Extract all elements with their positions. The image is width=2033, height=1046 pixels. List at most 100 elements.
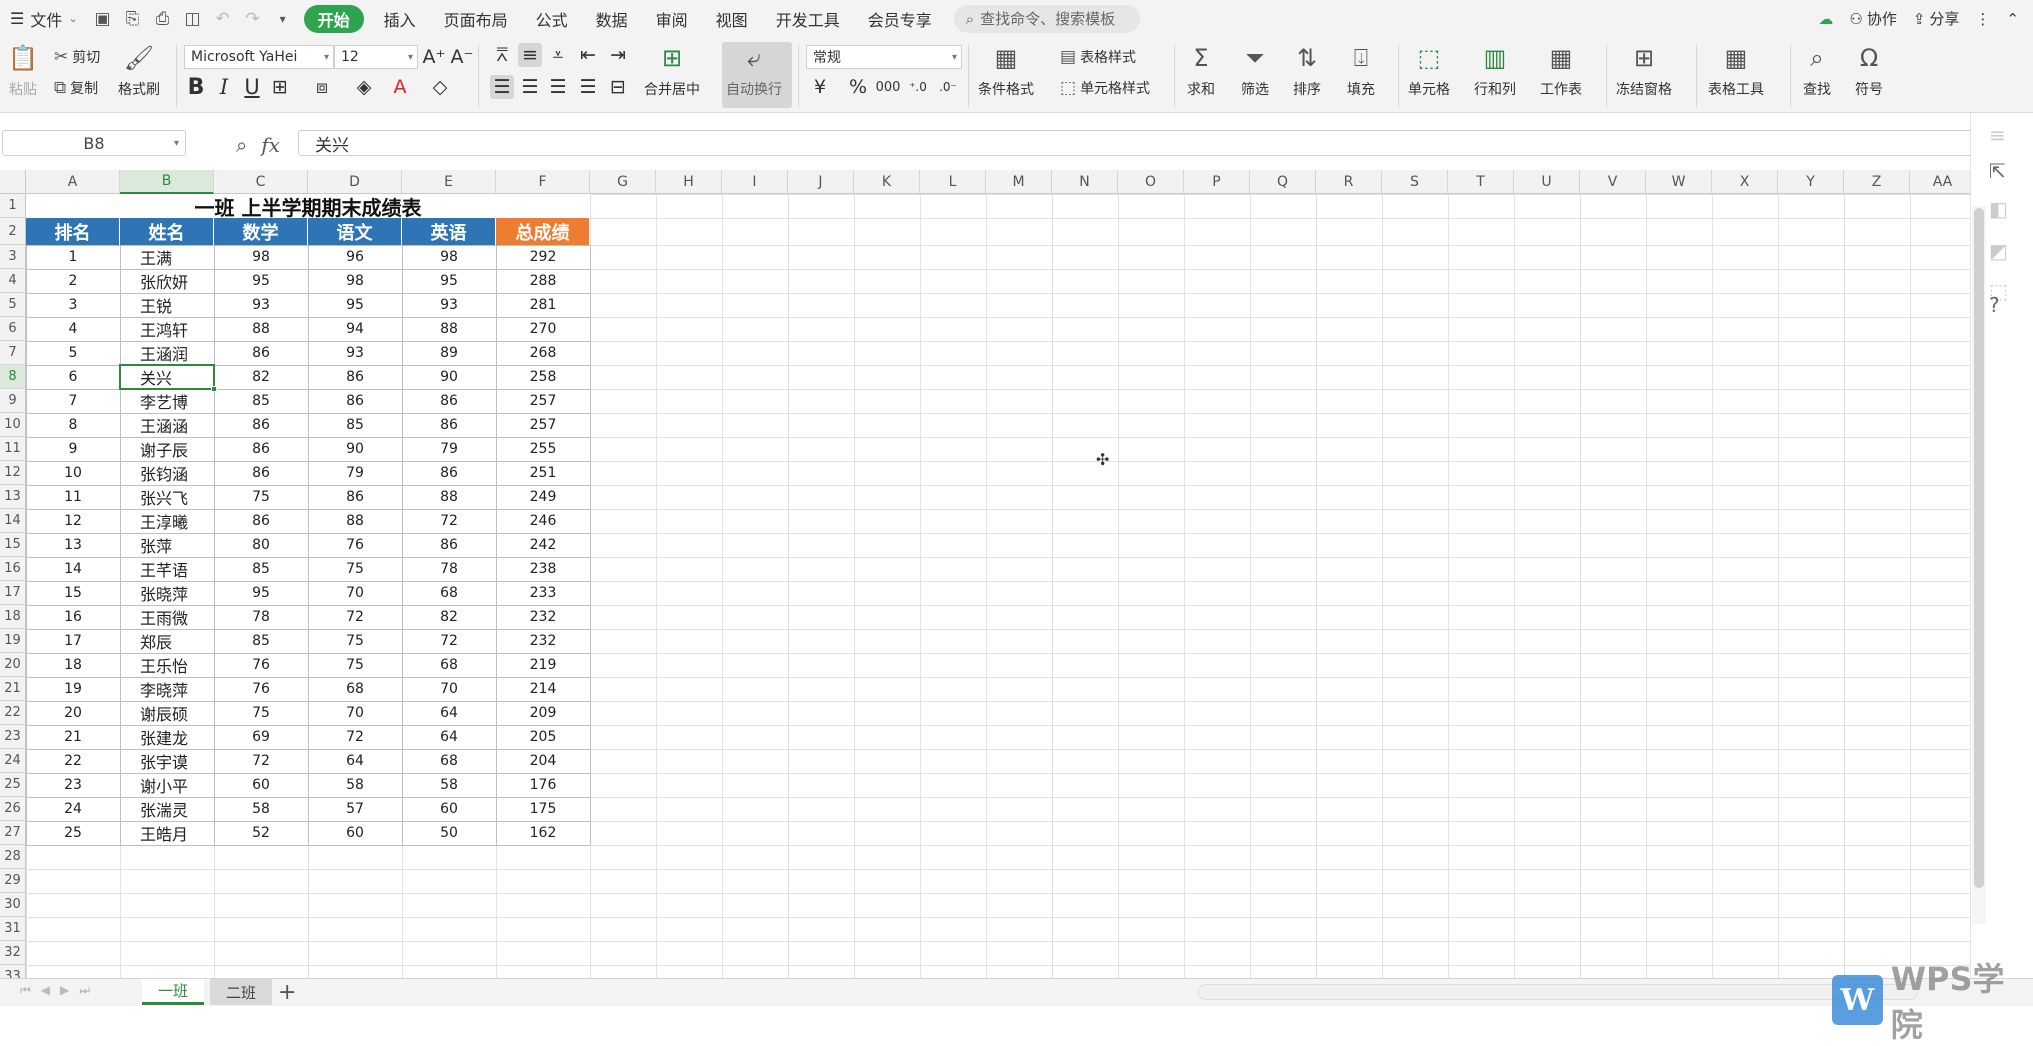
font-name-select[interactable]: Microsoft YaHei ▾ bbox=[184, 45, 334, 69]
name-cell[interactable]: 王芊语 bbox=[120, 557, 214, 581]
row-header[interactable]: 32 bbox=[0, 941, 26, 965]
sheet-tab-1[interactable]: 一班 bbox=[142, 979, 204, 1005]
table-cell[interactable]: 58 bbox=[402, 773, 496, 797]
table-cell[interactable]: 75 bbox=[308, 557, 402, 581]
table-cell[interactable]: 70 bbox=[308, 701, 402, 725]
fill-color-icon[interactable]: ◈ bbox=[352, 75, 376, 99]
table-cell[interactable]: 205 bbox=[496, 725, 590, 749]
percent-icon[interactable]: % bbox=[846, 75, 870, 99]
table-cell[interactable]: 11 bbox=[26, 485, 120, 509]
row-header[interactable]: 27 bbox=[0, 821, 26, 845]
table-cell[interactable]: 12 bbox=[26, 509, 120, 533]
table-cell[interactable]: 85 bbox=[214, 389, 308, 413]
table-cell[interactable]: 233 bbox=[496, 581, 590, 605]
name-cell[interactable]: 王涵润 bbox=[120, 341, 214, 365]
font-size-select[interactable]: 12 ▾ bbox=[334, 45, 418, 69]
worksheet-button[interactable]: ▦ 工作表 bbox=[1540, 43, 1582, 99]
table-cell[interactable]: 79 bbox=[402, 437, 496, 461]
table-cell[interactable]: 93 bbox=[308, 341, 402, 365]
align-center-icon[interactable]: ☰ bbox=[518, 75, 542, 99]
row-header[interactable]: 22 bbox=[0, 701, 26, 725]
name-cell[interactable]: 王鸿轩 bbox=[120, 317, 214, 341]
row-header[interactable]: 31 bbox=[0, 917, 26, 941]
table-header-cell[interactable]: 总成绩 bbox=[496, 218, 590, 245]
table-cell[interactable]: 86 bbox=[214, 461, 308, 485]
column-header-aa[interactable]: AA bbox=[1910, 170, 1970, 194]
name-cell[interactable]: 李艺博 bbox=[120, 389, 214, 413]
row-header[interactable]: 30 bbox=[0, 893, 26, 917]
zoom-formula-icon[interactable]: ⌕ bbox=[236, 133, 247, 157]
row-header[interactable]: 16 bbox=[0, 557, 26, 581]
table-header-cell[interactable]: 语文 bbox=[308, 218, 402, 245]
bold-icon[interactable]: B bbox=[184, 75, 208, 100]
table-cell[interactable]: 19 bbox=[26, 677, 120, 701]
table-cell[interactable]: 60 bbox=[402, 797, 496, 821]
decrease-decimal-icon[interactable]: .0⁻ bbox=[936, 75, 960, 99]
redo-icon[interactable]: ↷ bbox=[238, 4, 268, 34]
table-cell[interactable]: 251 bbox=[496, 461, 590, 485]
name-cell[interactable]: 张萍 bbox=[120, 533, 214, 557]
clear-format-icon[interactable]: ◇ bbox=[428, 75, 452, 99]
column-header-v[interactable]: V bbox=[1580, 170, 1646, 194]
table-cell[interactable]: 89 bbox=[402, 341, 496, 365]
find-button[interactable]: ⌕ 查找 bbox=[1800, 43, 1834, 99]
table-cell[interactable]: 175 bbox=[496, 797, 590, 821]
increase-indent-icon[interactable]: ⇥ bbox=[606, 43, 630, 67]
column-header-u[interactable]: U bbox=[1514, 170, 1580, 194]
cell-style-button[interactable]: ⬚ 单元格样式 bbox=[1060, 76, 1150, 100]
table-cell[interactable]: 1 bbox=[26, 245, 120, 269]
row-header[interactable]: 18 bbox=[0, 605, 26, 629]
table-cell[interactable]: 85 bbox=[214, 629, 308, 653]
row-header[interactable]: 21 bbox=[0, 677, 26, 701]
table-cell[interactable]: 6 bbox=[26, 365, 120, 389]
table-cell[interactable]: 70 bbox=[402, 677, 496, 701]
table-cell[interactable]: 86 bbox=[214, 437, 308, 461]
table-cell[interactable]: 69 bbox=[214, 725, 308, 749]
merge-center-button[interactable]: ⊞ 合并居中 bbox=[644, 43, 700, 99]
table-header-cell[interactable]: 姓名 bbox=[120, 218, 214, 245]
name-cell[interactable]: 王雨微 bbox=[120, 605, 214, 629]
sheet-title[interactable]: 一班 上半学期期末成绩表 bbox=[26, 194, 590, 220]
table-cell[interactable]: 3 bbox=[26, 293, 120, 317]
table-cell[interactable]: 50 bbox=[402, 821, 496, 845]
table-cell[interactable]: 82 bbox=[402, 605, 496, 629]
symbol-button[interactable]: Ω 符号 bbox=[1852, 43, 1886, 99]
table-cell[interactable]: 72 bbox=[402, 629, 496, 653]
number-format-select[interactable]: 常规 ▾ bbox=[806, 45, 962, 69]
row-header[interactable]: 6 bbox=[0, 317, 26, 341]
table-cell[interactable]: 75 bbox=[308, 629, 402, 653]
table-cell[interactable]: 64 bbox=[402, 701, 496, 725]
table-cell[interactable]: 52 bbox=[214, 821, 308, 845]
column-header-q[interactable]: Q bbox=[1250, 170, 1316, 194]
table-cell[interactable]: 68 bbox=[402, 653, 496, 677]
name-cell[interactable]: 张晓萍 bbox=[120, 581, 214, 605]
tab-review[interactable]: 审阅 bbox=[642, 5, 702, 33]
row-col-button[interactable]: ▥ 行和列 bbox=[1474, 43, 1516, 99]
cut-button[interactable]: ✂ 剪切 bbox=[54, 45, 100, 69]
table-cell[interactable]: 16 bbox=[26, 605, 120, 629]
row-header[interactable]: 13 bbox=[0, 485, 26, 509]
table-cell[interactable]: 86 bbox=[308, 485, 402, 509]
spreadsheet-grid[interactable]: A B C D E F G H I J K L M N O P Q R S T U V W X Y Z AA 1 2 3 4 5 6 7 8 9 10… bbox=[0, 170, 1970, 978]
column-header-x[interactable]: X bbox=[1712, 170, 1778, 194]
table-cell[interactable]: 214 bbox=[496, 677, 590, 701]
wrap-text-button[interactable]: ⤶ 自动换行 bbox=[726, 43, 782, 99]
table-cell[interactable]: 80 bbox=[214, 533, 308, 557]
row-header[interactable]: 23 bbox=[0, 725, 26, 749]
table-cell[interactable]: 86 bbox=[308, 365, 402, 389]
name-cell[interactable]: 王淳曦 bbox=[120, 509, 214, 533]
table-cell[interactable]: 238 bbox=[496, 557, 590, 581]
column-header-z[interactable]: Z bbox=[1844, 170, 1910, 194]
table-cell[interactable]: 88 bbox=[308, 509, 402, 533]
table-cell[interactable]: 72 bbox=[402, 509, 496, 533]
sheet-tab-2[interactable]: 二班 bbox=[210, 979, 272, 1005]
table-cell[interactable]: 15 bbox=[26, 581, 120, 605]
row-header[interactable]: 14 bbox=[0, 509, 26, 533]
align-left-icon[interactable]: ☰ bbox=[490, 75, 514, 99]
table-cell[interactable]: 60 bbox=[308, 821, 402, 845]
share-button[interactable]: ⇪ 分享 bbox=[1913, 8, 1960, 29]
function-icon[interactable]: fx bbox=[261, 133, 280, 157]
table-cell[interactable]: 75 bbox=[214, 701, 308, 725]
name-cell[interactable]: 张湍灵 bbox=[120, 797, 214, 821]
currency-icon[interactable]: ¥ bbox=[808, 75, 832, 99]
